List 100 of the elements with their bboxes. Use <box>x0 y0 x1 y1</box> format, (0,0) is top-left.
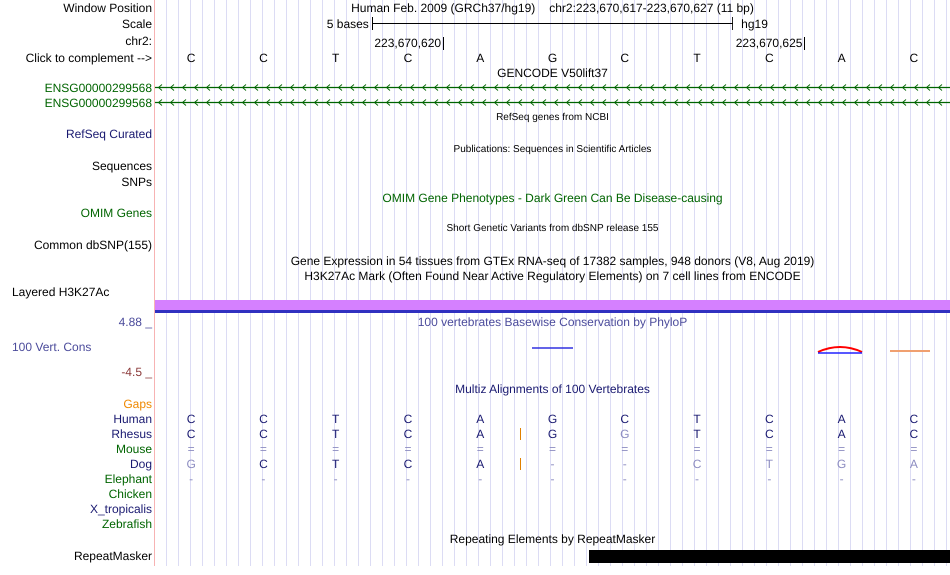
base-letter: - <box>622 472 627 486</box>
base-letter: T <box>332 456 340 470</box>
base-letter[interactable]: C <box>620 50 630 64</box>
assembly-title: Human Feb. 2009 (GRCh37/hg19) <box>351 1 536 15</box>
base-letter: - <box>550 456 554 470</box>
track-label[interactable]: Window Position <box>63 1 152 15</box>
track-label[interactable]: RepeatMasker <box>74 549 152 563</box>
track-title: OMIM Gene Phenotypes - Dark Green Can Be Disease-causing <box>382 190 723 204</box>
track-label[interactable]: OMIM Genes <box>80 206 152 220</box>
track-label[interactable]: Common dbSNP(155) <box>34 238 152 252</box>
track-label[interactable]: 100 Vert. Cons <box>12 340 92 354</box>
track-title: Short Genetic Variants from dbSNP release 155 <box>446 222 658 236</box>
base-letter: C <box>764 426 774 440</box>
base-letter[interactable]: A <box>838 50 846 64</box>
base-letter: - <box>912 472 916 486</box>
base-letter: C <box>259 456 268 470</box>
base-letter: = <box>404 442 412 456</box>
coordinate-label: 223,670,620 <box>374 37 444 50</box>
base-letter: = <box>260 442 267 456</box>
track-label[interactable]: Mouse <box>116 442 152 456</box>
base-letter: - <box>695 472 700 486</box>
assembly-label: hg19 <box>740 16 769 30</box>
base-letter: C <box>910 412 918 426</box>
track-label[interactable]: chr2: <box>125 34 152 48</box>
position-range: chr2:223,670,617-223,670,627 (11 bp) <box>549 1 754 15</box>
base-letter: T <box>693 426 701 440</box>
coordinate-label: 223,670,625 <box>736 37 806 50</box>
repeat-element[interactable] <box>588 550 950 562</box>
track-label[interactable]: Zebrafish <box>102 516 152 530</box>
track-label[interactable]: SNPs <box>121 175 152 189</box>
track-title: H3K27Ac Mark (Often Found Near Active Regulatory Elements) on 7 cell lines from ENCODE <box>304 268 801 282</box>
base-letter[interactable]: A <box>476 50 484 64</box>
track-label[interactable]: RefSeq Curated <box>66 127 152 141</box>
track-title: GENCODE V50lift37 <box>497 66 608 80</box>
base-letter: - <box>550 472 554 486</box>
track-label[interactable]: ENSG00000299568 <box>44 80 152 94</box>
track-label[interactable]: Click to complement --> <box>26 50 152 64</box>
track-label[interactable]: Scale <box>122 16 152 30</box>
base-letter: A <box>476 426 484 440</box>
base-letter: - <box>261 472 266 486</box>
track-label[interactable]: Layered H3K27Ac <box>12 285 110 299</box>
base-letter: = <box>621 442 628 456</box>
scale-length: 5 bases <box>326 16 370 30</box>
base-letter[interactable]: T <box>332 50 340 64</box>
base-letter: - <box>840 472 844 486</box>
base-letter: - <box>767 472 772 486</box>
base-letter: T <box>332 426 340 440</box>
base-letter: C <box>910 426 918 440</box>
base-letter: - <box>622 456 627 470</box>
base-letter: C <box>259 412 268 426</box>
base-letter: C <box>259 426 268 440</box>
base-letter: A <box>476 456 484 470</box>
track-title: Gene Expression in 54 tissues from GTEx RNA-seq of 17382 samples, 948 donors (V8, Aug 2019) <box>290 254 814 268</box>
base-letter: C <box>186 426 196 440</box>
base-letter: A <box>910 456 918 470</box>
base-letter: C <box>404 412 412 426</box>
track-label[interactable]: Elephant <box>104 472 152 486</box>
track-label[interactable]: Dog <box>130 456 152 470</box>
axis-min-label: -4.5 _ <box>121 365 152 379</box>
base-letter: C <box>404 426 412 440</box>
base-letter: G <box>620 426 630 440</box>
base-letter: C <box>764 412 774 426</box>
base-letter[interactable]: G <box>548 50 558 64</box>
base-letter[interactable]: T <box>693 50 701 64</box>
base-letter: T <box>693 412 701 426</box>
base-letter[interactable]: C <box>404 50 412 64</box>
base-letter: C <box>620 412 630 426</box>
base-letter: G <box>836 456 846 470</box>
track-label[interactable]: Sequences <box>92 159 152 173</box>
base-letter: = <box>548 442 556 456</box>
base-letter[interactable]: C <box>259 50 268 64</box>
base-letter: T <box>332 412 340 426</box>
base-letter: = <box>910 442 918 456</box>
base-letter: A <box>476 412 484 426</box>
base-letter: C <box>186 412 196 426</box>
base-letter: T <box>766 456 773 470</box>
base-letter: A <box>838 426 846 440</box>
base-letter: G <box>548 412 558 426</box>
track-label[interactable]: ENSG00000299568 <box>44 96 152 110</box>
base-letter: = <box>476 442 484 456</box>
base-letter[interactable]: C <box>186 50 196 64</box>
track-label[interactable]: Rhesus <box>111 426 152 440</box>
base-letter[interactable]: C <box>764 50 774 64</box>
base-letter: - <box>334 472 338 486</box>
base-letter: A <box>838 412 846 426</box>
axis-max-label: 4.88 _ <box>118 315 152 329</box>
track-label[interactable]: X_tropicalis <box>90 502 152 516</box>
track-title: Publications: Sequences in Scientific Articles <box>454 143 652 157</box>
base-letter: - <box>189 472 194 486</box>
base-letter: C <box>404 456 412 470</box>
track-title: RefSeq genes from NCBI <box>496 111 609 125</box>
track-title: Multiz Alignments of 100 Vertebrates <box>455 382 650 396</box>
base-letter: = <box>332 442 340 456</box>
base-letter[interactable]: C <box>910 50 918 64</box>
track-title: Repeating Elements by RepeatMasker <box>450 532 656 546</box>
base-letter: = <box>766 442 773 456</box>
track-label[interactable]: Chicken <box>108 486 152 500</box>
base-letter: = <box>838 442 846 456</box>
track-label[interactable]: Human <box>113 412 152 426</box>
base-letter: - <box>478 472 482 486</box>
